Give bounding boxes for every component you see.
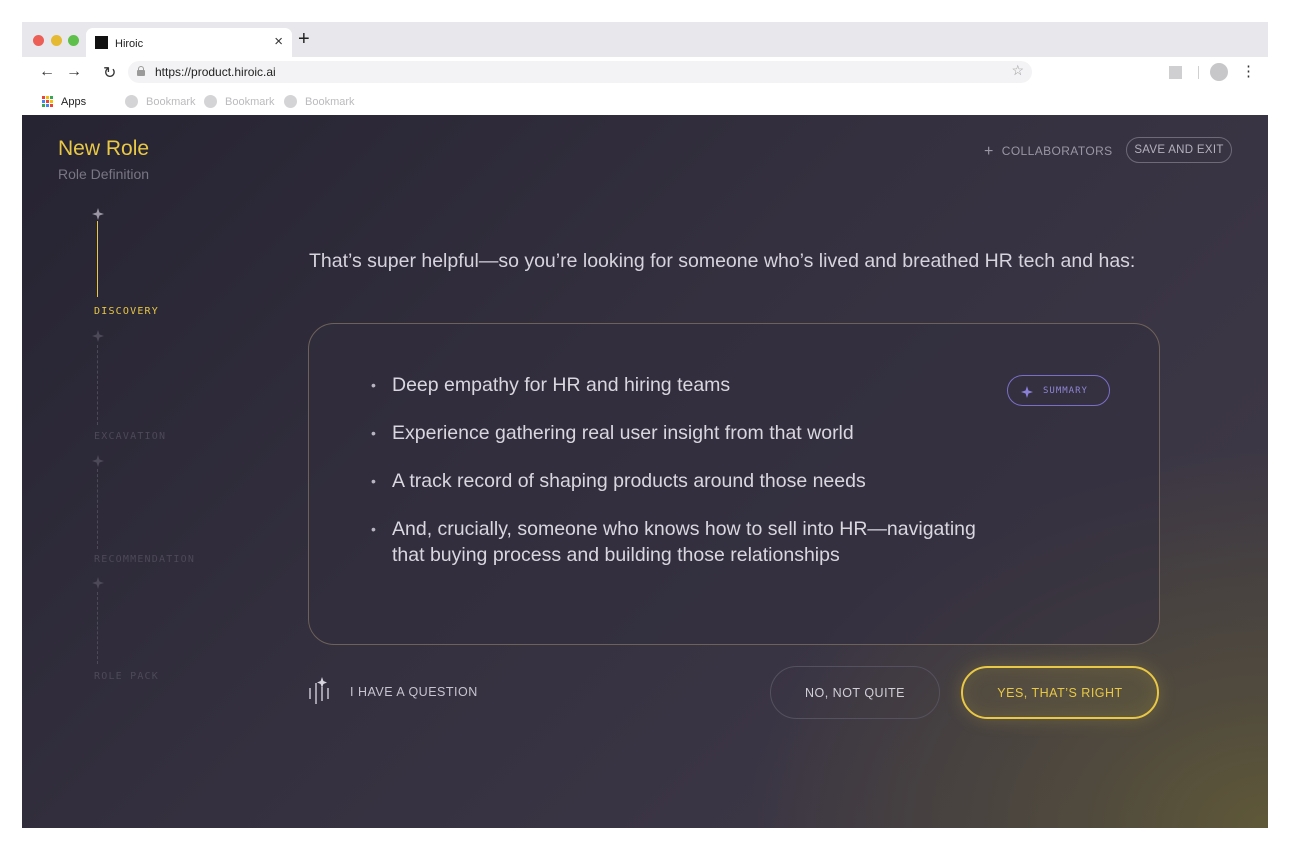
- bookmark-icon: [284, 95, 297, 108]
- tab-bar: Hiroic × +: [22, 22, 1268, 57]
- apps-grid-dot: [42, 96, 45, 99]
- apps-grid-dot: [50, 104, 53, 107]
- apps-grid-dot: [42, 100, 45, 103]
- favicon-icon: [95, 36, 108, 49]
- apps-grid-dot: [46, 96, 49, 99]
- summary-card: Deep empathy for HR and hiring teams Exp…: [308, 323, 1160, 645]
- summary-label: SUMMARY: [1043, 386, 1088, 396]
- step-star-icon: [92, 330, 104, 342]
- apps-grid-dot: [50, 100, 53, 103]
- apps-label[interactable]: Apps: [61, 96, 86, 108]
- step-connector: [97, 469, 98, 549]
- collaborators-button[interactable]: + COLLABORATORS: [984, 143, 1113, 161]
- assistant-message: That’s super helpful—so you’re looking f…: [309, 250, 1136, 272]
- page-subtitle: Role Definition: [58, 166, 150, 182]
- yes-thats-right-button[interactable]: YES, THAT’S RIGHT: [961, 666, 1159, 719]
- extension-icon[interactable]: [1169, 66, 1182, 79]
- browser-menu-icon[interactable]: ⋮: [1241, 62, 1256, 80]
- bookmark-star-icon[interactable]: ☆: [1011, 62, 1024, 79]
- step-connector: [97, 592, 98, 664]
- forward-arrow-icon[interactable]: →: [66, 63, 82, 81]
- save-and-exit-button[interactable]: SAVE AND EXIT: [1126, 137, 1232, 163]
- address-bar[interactable]: https://product.hiroic.ai ☆: [128, 61, 1032, 83]
- step-connector: [97, 221, 98, 297]
- step-connector: [97, 345, 98, 425]
- reload-icon[interactable]: ↻: [103, 63, 116, 83]
- requirements-list: Deep empathy for HR and hiring teams Exp…: [371, 372, 991, 590]
- bookmark-icon: [204, 95, 217, 108]
- sparkle-icon: [1021, 386, 1033, 398]
- collaborators-label: COLLABORATORS: [1001, 144, 1113, 158]
- no-not-quite-button[interactable]: NO, NOT QUITE: [770, 666, 940, 719]
- apps-grid-icon[interactable]: [42, 96, 53, 107]
- step-star-icon: [92, 455, 104, 467]
- microphone-sparkle-icon: [309, 677, 329, 704]
- profile-avatar[interactable]: [1210, 63, 1228, 81]
- browser-toolbar: ← → ↻ https://product.hiroic.ai ☆ ⋮: [22, 57, 1268, 87]
- back-arrow-icon[interactable]: ←: [39, 63, 55, 81]
- apps-grid-dot: [50, 96, 53, 99]
- list-item: And, crucially, someone who knows how to…: [371, 516, 991, 568]
- lock-icon: [137, 66, 145, 76]
- maximize-window-button[interactable]: [68, 35, 79, 46]
- summary-button[interactable]: SUMMARY: [1007, 375, 1110, 406]
- apps-grid-dot: [46, 100, 49, 103]
- step-excavation[interactable]: EXCAVATION: [94, 431, 166, 442]
- list-item: Experience gathering real user insight f…: [371, 420, 991, 446]
- tab-title: Hiroic: [115, 38, 144, 50]
- apps-grid-dot: [46, 104, 49, 107]
- minimize-window-button[interactable]: [51, 35, 62, 46]
- new-tab-button[interactable]: +: [298, 27, 310, 51]
- close-window-button[interactable]: [33, 35, 44, 46]
- list-item: Deep empathy for HR and hiring teams: [371, 372, 991, 398]
- tab-close-icon[interactable]: ×: [274, 33, 283, 50]
- step-star-icon: [92, 208, 104, 220]
- plus-icon: +: [984, 143, 994, 160]
- bookmarks-bar: Apps Bookmark Bookmark Bookmark: [22, 87, 1268, 115]
- toolbar-divider: [1198, 66, 1199, 79]
- browser-window: Hiroic × + ← → ↻ https://product.hiroic.…: [22, 22, 1268, 828]
- page-title: New Role: [58, 137, 150, 160]
- question-label: I HAVE A QUESTION: [350, 685, 478, 699]
- step-recommendation[interactable]: RECOMMENDATION: [94, 554, 195, 565]
- browser-tab[interactable]: Hiroic ×: [86, 28, 292, 57]
- step-role-pack[interactable]: ROLE PACK: [94, 671, 159, 682]
- app-canvas: New Role Role Definition + COLLABORATORS …: [22, 115, 1268, 828]
- url-text: https://product.hiroic.ai: [155, 65, 276, 79]
- bookmark-icon: [125, 95, 138, 108]
- list-item: A track record of shaping products aroun…: [371, 468, 991, 494]
- step-star-icon: [92, 577, 104, 589]
- apps-grid-dot: [42, 104, 45, 107]
- step-discovery[interactable]: DISCOVERY: [94, 306, 159, 317]
